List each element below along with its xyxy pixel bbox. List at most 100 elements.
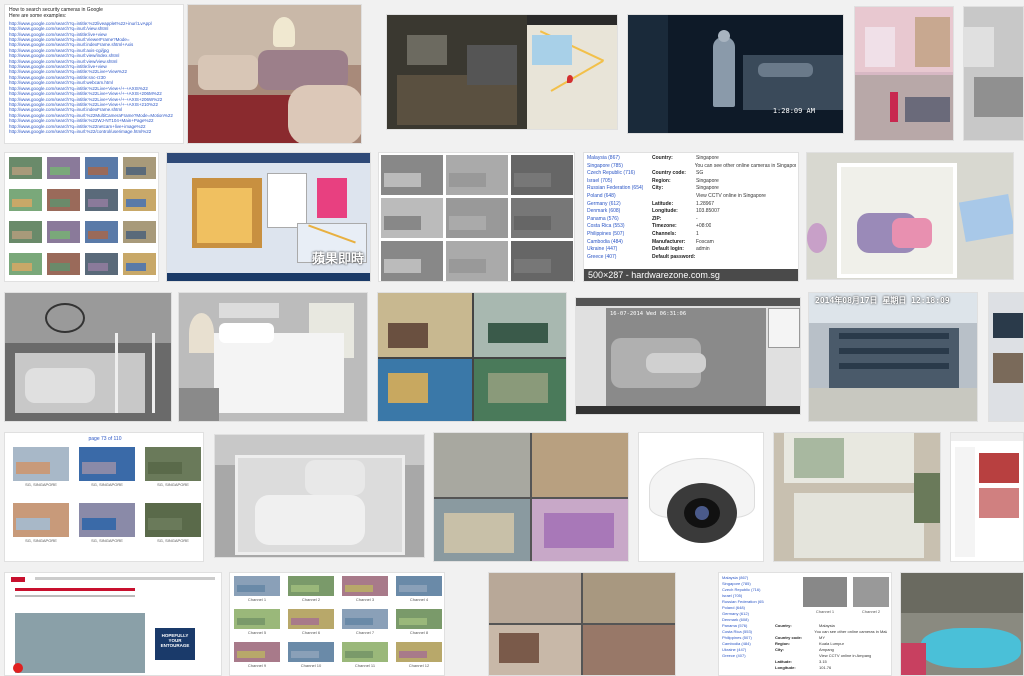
search-link-list: http://www.google.com/search?q=intitle:%… [9, 21, 179, 135]
result-office-partial[interactable] [988, 292, 1024, 422]
thumbnail-detail [384, 173, 422, 187]
country-link[interactable]: Russian Federation (654) [587, 185, 643, 193]
result-internet-cafe[interactable]: 2014年08月17日 星期日 12:18:09 [808, 292, 978, 422]
thumbnail-label: Channel 1 [247, 597, 267, 602]
info-row: Channels: 1 [652, 231, 796, 239]
result-bw-bedroom[interactable] [4, 292, 172, 422]
result-clinic-four-cam[interactable] [488, 572, 676, 676]
result-living-room[interactable] [187, 4, 362, 144]
info-row: ZIP: - [652, 216, 796, 224]
result-baby-crib[interactable] [806, 152, 1014, 280]
thumbnail-detail [126, 230, 146, 239]
thumbnail-detail [384, 259, 422, 273]
info-value: admin [696, 246, 710, 253]
info-key: Country: [652, 155, 673, 161]
thumbnail-detail [291, 651, 319, 658]
thumbnail-detail [12, 262, 32, 271]
result-desktop-screenshot[interactable]: 蘋果即時 [166, 152, 371, 282]
result-multi-cam-grid-2[interactable]: Channel 1 Channel 2 Channel 3 Channel 4 Chan… [229, 572, 445, 676]
info-row: You can see other online cameras in Sing… [652, 163, 796, 171]
result-baby-monitor-software[interactable]: 16-07-2014 Wed 06:31:06 [575, 297, 801, 415]
result-bw-cam-grid[interactable] [378, 152, 575, 282]
thumbnail-detail [399, 585, 427, 592]
info-key: Manufacturer: [652, 238, 686, 245]
country-link[interactable]: Israel (705) [587, 178, 643, 186]
info-value: - [696, 215, 698, 222]
info-value: 1.28967 [696, 200, 715, 207]
country-link[interactable]: Panama (576) [587, 216, 643, 224]
info-row: Region: Singapore [652, 178, 796, 186]
info-row: City: Singapore [652, 185, 796, 193]
result-google-search-tips[interactable]: How to search security cameras in Google… [4, 4, 184, 144]
result-shop-four-cam[interactable] [433, 432, 629, 562]
country-link[interactable]: Poland (648) [587, 193, 643, 201]
info-key: City: [652, 185, 664, 192]
camera-info-panel: Country: Malaysia You can see other online… [771, 621, 891, 675]
country-link[interactable]: Malaysia (867) [587, 155, 643, 163]
info-row: Country: Singapore [652, 155, 796, 163]
doc-subheading: Here are some examples: [9, 13, 67, 20]
info-value: You can see other online cameras in Sing… [694, 162, 796, 169]
info-value: 103.85007 [696, 208, 720, 215]
thumbnail-detail [514, 216, 552, 230]
thumbnail-detail [126, 166, 146, 175]
country-link[interactable]: Denmark (608) [587, 208, 643, 216]
result-pool-cam[interactable] [900, 572, 1024, 676]
thumbnail-detail [237, 618, 265, 625]
cam-timestamp: 1:28:09 AM [772, 107, 815, 115]
info-row: Default login: admin [652, 246, 796, 254]
info-row: Timezone: +08:00 [652, 223, 796, 231]
info-key: Channels: [652, 230, 677, 237]
result-store-multi-cam[interactable] [377, 292, 567, 422]
result-dome-camera-product[interactable] [638, 432, 764, 562]
thumbnail-detail [399, 651, 427, 658]
thumbnail-label: Channel 12 [408, 663, 430, 668]
thumbnail-label: Channel 3 [355, 597, 375, 602]
info-value: View CCTV online in Singapore [696, 192, 766, 199]
country-link[interactable]: Philippines (507) [587, 231, 643, 239]
result-singapore-camera-info[interactable]: Malaysia (867) Singapore (785) Czech Repub… [583, 152, 799, 282]
result-night-bedroom[interactable]: 1:28:09 AM [627, 14, 844, 134]
thumbnail-detail [50, 198, 70, 207]
country-link[interactable]: Czech Republic (716) [587, 170, 643, 178]
country-link[interactable]: Singapore (785) [587, 163, 643, 171]
country-link[interactable]: Costa Rica (553) [587, 223, 643, 231]
thumbnail-detail [237, 651, 265, 658]
result-malaysia-camera-info[interactable]: Malaysia (867) Singapore (785) Czech Repub… [718, 572, 892, 676]
info-key: Default password: [652, 253, 696, 260]
info-row: Default password: [652, 254, 796, 262]
result-web-page-partial[interactable] [950, 432, 1024, 562]
info-value: 101.76 [819, 665, 832, 670]
country-link[interactable]: Germany (612) [587, 201, 643, 209]
info-value: Singapore [696, 177, 719, 184]
result-hotel-bed[interactable] [178, 292, 368, 422]
thumbnail-detail [384, 216, 422, 230]
result-nursery-split[interactable] [854, 6, 954, 141]
info-value: 1 [696, 230, 699, 237]
camera-info-panel: Country: Singapore You can see other onlin… [648, 153, 798, 271]
thumbnail-detail [148, 518, 182, 531]
result-sg-camera-directory[interactable]: page 73 of 110 SG, SINGAPORE SG, SINGAPOR… [4, 432, 204, 562]
result-bedroom-window[interactable] [773, 432, 941, 562]
country-link[interactable]: Cambodia (484) [587, 239, 643, 247]
thumbnail-detail [449, 216, 487, 230]
search-link[interactable]: http://www.google.com/search?q=intitle:%… [9, 91, 179, 96]
thumbnail-detail [88, 230, 108, 239]
thumbnail-label: Channel 4 [409, 597, 429, 602]
thumbnail-detail [16, 518, 50, 531]
country-link[interactable]: Ukraine (447) [587, 246, 643, 254]
search-link[interactable]: http://www.google.com/search?q=inurl:%22… [9, 129, 179, 134]
thumbnail-label: SG, SINGAPORE [25, 482, 57, 487]
country-link[interactable]: Greece (407) [587, 254, 643, 262]
country-link[interactable]: Greece (407) [722, 653, 764, 659]
result-news-article[interactable]: HOPEFULLY YOUR ENTOURAGE [4, 572, 222, 676]
thumbnail-label: SG, SINGAPORE [91, 538, 123, 543]
result-crib-closeup[interactable] [214, 434, 425, 558]
result-multi-cam-grid-1[interactable] [4, 152, 159, 282]
pager: page 73 of 110 [88, 436, 122, 442]
thumbnail-detail [345, 651, 373, 658]
result-grey-room[interactable] [963, 6, 1024, 141]
result-store-cam-with-map[interactable] [386, 14, 618, 130]
info-row: Latitude: 1.28967 [652, 201, 796, 209]
info-key [652, 163, 695, 171]
